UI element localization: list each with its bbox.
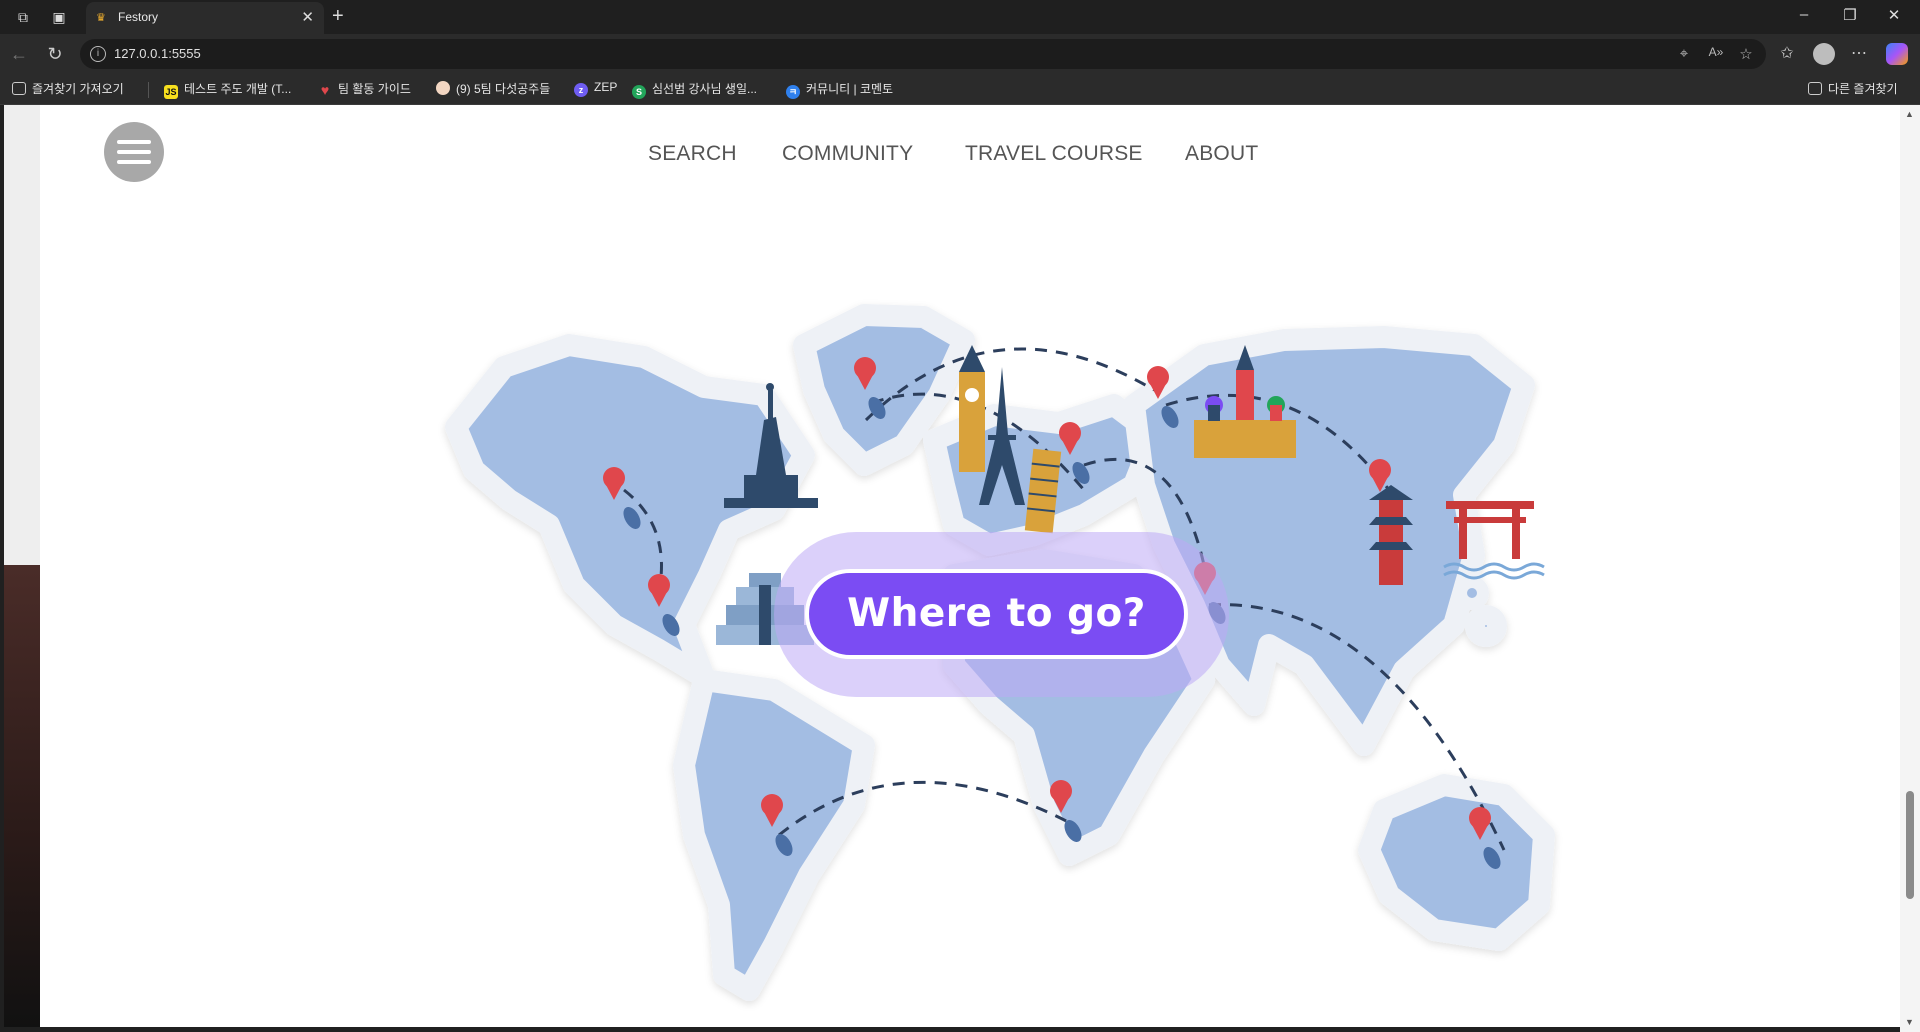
- where-to-go-button[interactable]: Where to go?: [805, 569, 1188, 659]
- bookmarks-bar: 즐겨찾기 가져오기 JS 테스트 주도 개발 (T... ♥ 팀 활동 가이드 (9…: [0, 74, 1920, 105]
- bookmark-label: 즐겨찾기 가져오기: [32, 82, 124, 96]
- nav-travel-course[interactable]: TRAVEL COURSE: [965, 142, 1143, 166]
- back-icon[interactable]: ←: [8, 44, 30, 64]
- nav-about[interactable]: ABOUT: [1185, 142, 1258, 166]
- location-icon[interactable]: ⌖: [1674, 45, 1694, 62]
- address-toolbar: ← ↻ i 127.0.0.1:5555 ⌖ A» ☆ ✩ ⋯: [0, 34, 1920, 74]
- bookmark-import[interactable]: 즐겨찾기 가져오기: [12, 80, 124, 97]
- south-america-shape: [673, 669, 875, 1001]
- scroll-up-icon[interactable]: ▲: [1905, 109, 1914, 119]
- bookmark-label: (9) 5팀 다섯공주들: [456, 82, 551, 96]
- tab-title: Festory: [118, 10, 159, 24]
- more-menu-icon[interactable]: ⋯: [1848, 43, 1870, 63]
- bookmark-birthday[interactable]: S 심선범 강사님 생일...: [632, 80, 757, 99]
- url-text: 127.0.0.1:5555: [114, 46, 201, 61]
- hamburger-menu-button[interactable]: [104, 122, 164, 182]
- read-aloud-icon[interactable]: A»: [1706, 45, 1726, 59]
- comento-icon: ㅋ: [786, 85, 800, 99]
- bookmark-label: 팀 활동 가이드: [338, 82, 411, 96]
- bookmark-label: 테스트 주도 개발 (T...: [184, 82, 292, 96]
- refresh-icon[interactable]: ↻: [44, 44, 66, 64]
- australia-shape: [1358, 774, 1555, 951]
- minimize-icon[interactable]: –: [1794, 6, 1814, 23]
- bookmark-separator: [148, 82, 149, 98]
- close-window-icon[interactable]: ✕: [1884, 6, 1904, 24]
- favorite-star-icon[interactable]: ☆: [1736, 45, 1756, 63]
- browser-tab[interactable]: ♛ Festory ✕: [86, 2, 324, 34]
- festory-favicon-icon: ♛: [96, 12, 106, 24]
- workspaces-icon[interactable]: ⧉: [14, 8, 32, 26]
- nav-community[interactable]: COMMUNITY: [782, 142, 913, 166]
- island-shape: [1455, 576, 1489, 610]
- copilot-icon[interactable]: [1886, 43, 1908, 65]
- other-bookmarks[interactable]: 다른 즐겨찾기: [1808, 80, 1898, 97]
- heart-icon: ♥: [320, 82, 330, 98]
- site-info-icon[interactable]: i: [90, 46, 106, 62]
- nav-search[interactable]: SEARCH: [648, 142, 737, 166]
- profile-avatar-icon[interactable]: [1813, 43, 1835, 65]
- bookmark-team-guide[interactable]: ♥ 팀 활동 가이드: [318, 80, 411, 97]
- island-shape: [1465, 605, 1507, 647]
- menu-bar-icon: [117, 150, 151, 154]
- avatar-icon: [436, 81, 450, 95]
- address-bar[interactable]: i 127.0.0.1:5555 ⌖ A» ☆: [80, 39, 1766, 69]
- restore-icon[interactable]: ❐: [1840, 6, 1860, 24]
- new-tab-icon[interactable]: +: [332, 5, 344, 28]
- page-scrollbar[interactable]: ▲ ▼: [1900, 105, 1920, 1032]
- close-tab-icon[interactable]: ✕: [301, 8, 314, 26]
- folder-import-icon: [12, 82, 26, 95]
- zep-icon: z: [574, 83, 588, 97]
- favorites-icon[interactable]: ✩: [1776, 43, 1798, 63]
- bookmark-label: 심선범 강사님 생일...: [652, 82, 757, 96]
- scroll-down-icon[interactable]: ▼: [1905, 1017, 1914, 1027]
- bookmark-tdd[interactable]: JS 테스트 주도 개발 (T...: [164, 80, 291, 99]
- bookmark-comento[interactable]: ㅋ 커뮤니티 | 코멘토: [786, 80, 893, 99]
- page-viewport: SEARCH COMMUNITY TRAVEL COURSE ABOUT Whe…: [4, 105, 1900, 1027]
- bookmark-zep[interactable]: z ZEP: [574, 80, 617, 97]
- bookmark-label: 다른 즐겨찾기: [1828, 82, 1898, 96]
- folder-icon: [1808, 82, 1822, 95]
- bookmark-label: ZEP: [594, 80, 618, 94]
- bookmark-team5[interactable]: (9) 5팀 다섯공주들: [436, 80, 550, 97]
- menu-bar-icon: [117, 140, 151, 144]
- vertical-tabs-icon[interactable]: ▣: [50, 8, 68, 26]
- big-ben-icon: [959, 345, 985, 472]
- bookmark-label: 커뮤니티 | 코멘토: [806, 82, 894, 96]
- tab-strip: ⧉ ▣ ♛ Festory ✕ + – ❐ ✕: [0, 0, 1920, 34]
- js-icon: JS: [164, 85, 178, 99]
- menu-bar-icon: [117, 160, 151, 164]
- s-icon: S: [632, 85, 646, 99]
- scrollbar-thumb[interactable]: [1906, 791, 1914, 899]
